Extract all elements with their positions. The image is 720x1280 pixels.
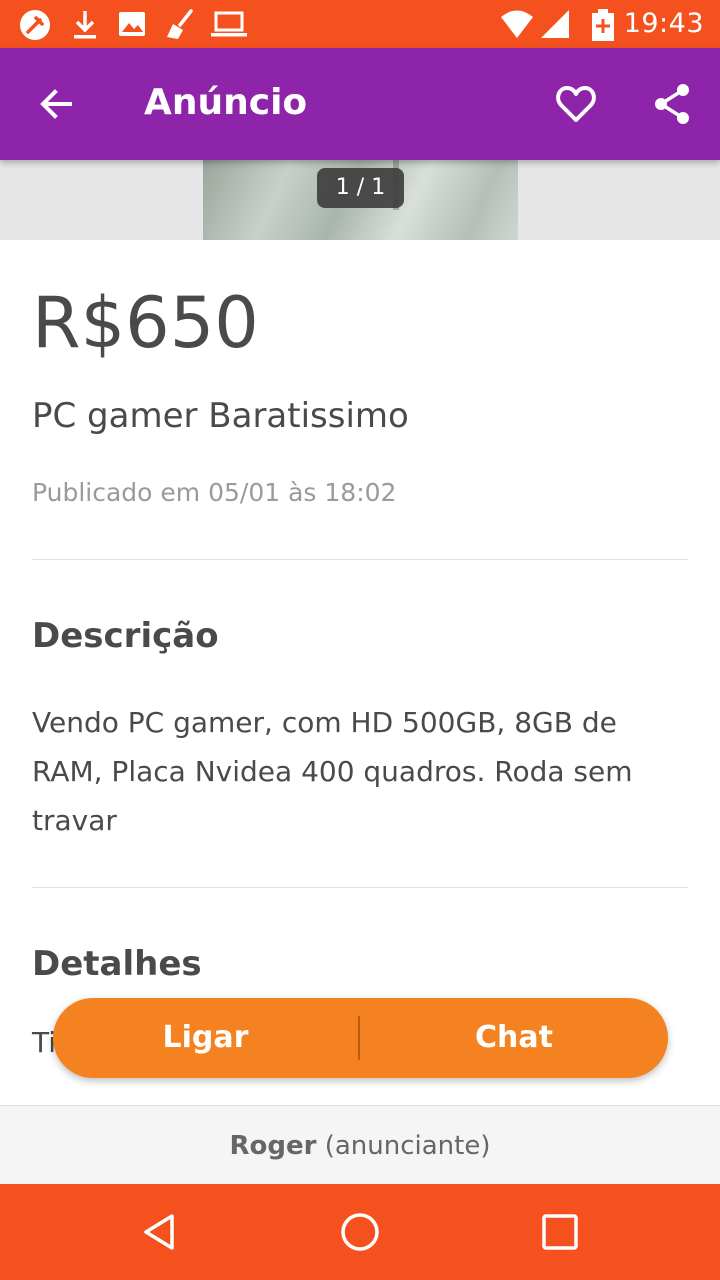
share-icon[interactable] — [650, 82, 694, 126]
wifi-icon — [501, 10, 533, 38]
laptop-icon — [211, 11, 247, 37]
published-date: Publicado em 05/01 às 18:02 — [32, 478, 397, 507]
divider — [32, 887, 688, 888]
seller-bar[interactable]: Roger (anunciante) — [0, 1105, 720, 1186]
listing-title: PC gamer Baratissimo — [32, 396, 409, 436]
image-icon — [119, 12, 145, 36]
back-arrow-icon[interactable] — [36, 84, 76, 124]
recents-square-icon[interactable] — [538, 1210, 582, 1254]
contact-actions: Ligar Chat — [53, 998, 668, 1078]
seller-name: Roger — [229, 1131, 317, 1161]
system-nav-bar — [0, 1184, 720, 1280]
status-bar: 19:43 — [0, 0, 720, 48]
broom-icon — [167, 9, 193, 39]
call-button[interactable]: Ligar — [53, 998, 358, 1078]
details-heading: Detalhes — [32, 944, 202, 984]
listing-price: R$650 — [32, 282, 259, 364]
chat-button[interactable]: Chat — [360, 998, 668, 1078]
seller-role: (anunciante) — [324, 1131, 491, 1161]
divider — [32, 559, 688, 560]
clock: 19:43 — [623, 8, 704, 39]
back-triangle-icon[interactable] — [138, 1210, 182, 1254]
description-heading: Descrição — [32, 616, 219, 656]
home-circle-icon[interactable] — [338, 1210, 382, 1254]
description-text: Vendo PC gamer, com HD 500GB, 8GB de RAM… — [32, 706, 633, 837]
app-bar: Anúncio — [0, 48, 720, 160]
signal-icon — [541, 10, 569, 38]
photo-gallery[interactable]: 1 / 1 — [0, 160, 720, 240]
download-icon — [74, 11, 96, 39]
heart-icon[interactable] — [554, 82, 598, 126]
page-title: Anúncio — [144, 82, 308, 123]
photo-counter: 1 / 1 — [317, 168, 404, 208]
battery-icon — [592, 9, 614, 41]
tool-icon — [20, 10, 50, 40]
